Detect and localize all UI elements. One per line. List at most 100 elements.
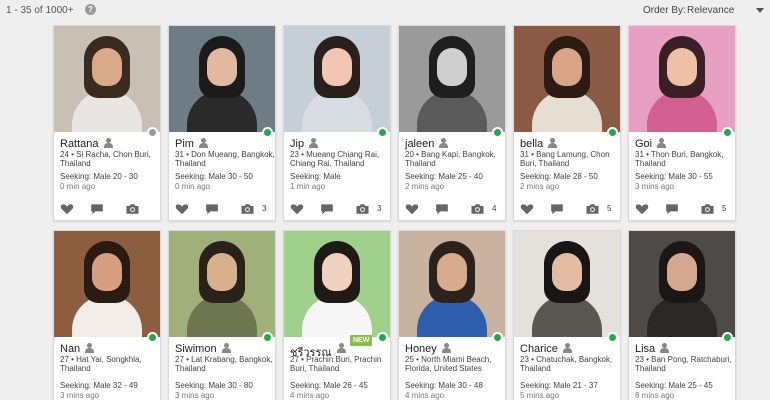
new-badge: NEW bbox=[350, 335, 373, 346]
profile-name-row[interactable]: Siwimon bbox=[175, 343, 231, 355]
online-status-icon bbox=[492, 332, 503, 343]
profile-seeking: Seeking: Male 30 - 48 bbox=[405, 381, 483, 390]
profile-name[interactable]: Goi bbox=[635, 138, 652, 150]
profile-seeking: Seeking: Male 21 - 37 bbox=[520, 381, 598, 390]
chat-icon[interactable] bbox=[550, 203, 564, 215]
profile-location: 31 • Bang Lamung, Chon Buri, Thailand bbox=[520, 150, 610, 168]
profile-seeking: Seeking: Male 32 - 49 bbox=[60, 381, 138, 390]
heart-icon[interactable] bbox=[60, 203, 74, 215]
photo-face bbox=[437, 253, 467, 291]
profile-name-row[interactable]: jaleen bbox=[405, 138, 449, 150]
last-active-time: 2 mins ago bbox=[405, 182, 445, 191]
chat-icon[interactable] bbox=[205, 203, 219, 215]
profile-photo[interactable] bbox=[284, 231, 390, 337]
order-by-select[interactable]: Relevance bbox=[687, 2, 767, 18]
profile-photo[interactable] bbox=[54, 231, 160, 337]
profile-name-row[interactable]: ชรีวรรณ bbox=[290, 343, 346, 359]
profile-photo[interactable] bbox=[169, 231, 275, 337]
profile-photo[interactable] bbox=[399, 231, 505, 337]
profile-name[interactable]: bella bbox=[520, 138, 543, 150]
profile-card[interactable]: Rattana 24 • Si Racha, Chon Buri, Thailan… bbox=[53, 25, 161, 221]
profile-name[interactable]: jaleen bbox=[405, 138, 434, 150]
profile-photo[interactable] bbox=[629, 26, 735, 132]
camera-icon[interactable] bbox=[125, 203, 140, 215]
camera-icon[interactable] bbox=[240, 203, 255, 215]
profile-card[interactable]: Pim 31 • Don Mueang, Bangkok, Thailand See… bbox=[168, 25, 276, 221]
chat-icon[interactable] bbox=[435, 203, 449, 215]
profile-photo[interactable] bbox=[284, 26, 390, 132]
profile-location: 31 • Don Mueang, Bangkok, Thailand bbox=[175, 150, 275, 168]
profile-name-row[interactable]: Charice bbox=[520, 343, 572, 355]
profile-name-row[interactable]: bella bbox=[520, 138, 558, 150]
photo-count: 3 bbox=[262, 204, 267, 213]
profile-name-row[interactable]: Pim bbox=[175, 138, 208, 150]
photo-face bbox=[667, 253, 697, 291]
profile-card[interactable]: Nan 27 • Hat Yai, Songkhla, Thailand Seeki… bbox=[53, 230, 161, 400]
user-icon bbox=[562, 343, 572, 353]
result-count: 1 - 35 of 1000+ bbox=[6, 5, 74, 16]
profile-name-row[interactable]: Rattana bbox=[60, 138, 113, 150]
profile-card[interactable]: Charice 23 • Chatuchak, Bangkok, Thailand… bbox=[513, 230, 621, 400]
profile-photo[interactable] bbox=[629, 231, 735, 337]
card-actions bbox=[54, 202, 160, 218]
camera-icon[interactable] bbox=[585, 203, 600, 215]
camera-icon[interactable] bbox=[470, 203, 485, 215]
profile-name-row[interactable]: Honey bbox=[405, 343, 451, 355]
profile-card[interactable]: Lisa 23 • Ban Pong, Ratchaburi, Thailand S… bbox=[628, 230, 736, 400]
chat-icon[interactable] bbox=[665, 203, 679, 215]
heart-icon[interactable] bbox=[290, 203, 304, 215]
last-active-time: 8 mins ago bbox=[635, 391, 675, 400]
photo-face bbox=[207, 253, 237, 291]
profile-name-row[interactable]: Lisa bbox=[635, 343, 670, 355]
online-status-icon bbox=[492, 127, 503, 138]
offline-status-icon bbox=[147, 127, 158, 138]
profile-photo[interactable] bbox=[399, 26, 505, 132]
profile-card[interactable]: Jip 23 • Mueang Chiang Rai, Chiang Rai, T… bbox=[283, 25, 391, 221]
heart-icon[interactable] bbox=[635, 203, 649, 215]
user-icon bbox=[441, 343, 451, 353]
profile-card[interactable]: NEW ชรีวรรณ 27 • Prachin Buri, Prachin Bur… bbox=[283, 230, 391, 400]
profile-photo[interactable] bbox=[54, 26, 160, 132]
profile-card[interactable]: bella 31 • Bang Lamung, Chon Buri, Thaila… bbox=[513, 25, 621, 221]
profile-photo[interactable] bbox=[169, 26, 275, 132]
photo-face bbox=[437, 48, 467, 86]
online-status-icon bbox=[722, 332, 733, 343]
profile-card[interactable]: Honey 25 • North Miami Beach, Florida, Un… bbox=[398, 230, 506, 400]
profile-card[interactable]: Goi 31 • Thon Buri, Bangkok, Thailand Seek… bbox=[628, 25, 736, 221]
profile-location: 25 • North Miami Beach, Florida, United … bbox=[405, 355, 492, 373]
user-icon bbox=[439, 138, 449, 148]
photo-count: 5 bbox=[607, 204, 612, 213]
profile-photo[interactable] bbox=[514, 231, 620, 337]
profile-name-row[interactable]: Goi bbox=[635, 138, 667, 150]
profile-name[interactable]: Rattana bbox=[60, 138, 99, 150]
profile-photo[interactable] bbox=[514, 26, 620, 132]
heart-icon[interactable] bbox=[520, 203, 534, 215]
profile-card[interactable]: jaleen 20 • Bang Kapi, Bangkok, Thailand S… bbox=[398, 25, 506, 221]
profile-name[interactable]: Charice bbox=[520, 343, 558, 355]
profile-name[interactable]: Pim bbox=[175, 138, 194, 150]
camera-icon[interactable] bbox=[355, 203, 370, 215]
profile-name[interactable]: Jip bbox=[290, 138, 304, 150]
profile-name[interactable]: Siwimon bbox=[175, 343, 217, 355]
last-active-time: 0 min ago bbox=[60, 182, 96, 191]
profile-seeking: Seeking: Male 30 - 50 bbox=[175, 172, 253, 181]
profile-name[interactable]: Honey bbox=[405, 343, 437, 355]
profile-name-row[interactable]: Jip bbox=[290, 138, 319, 150]
last-active-time: 5 mins ago bbox=[520, 391, 560, 400]
heart-icon[interactable] bbox=[175, 203, 189, 215]
photo-face bbox=[322, 253, 352, 291]
profile-card[interactable]: Siwimon 27 • Lat Krabang, Bangkok, Thaila… bbox=[168, 230, 276, 400]
profile-name[interactable]: Nan bbox=[60, 343, 80, 355]
profile-location: 20 • Bang Kapi, Bangkok, Thailand bbox=[405, 150, 496, 168]
chat-icon[interactable] bbox=[320, 203, 334, 215]
profile-name-row[interactable]: Nan bbox=[60, 343, 95, 355]
camera-icon[interactable] bbox=[700, 203, 715, 215]
heart-icon[interactable] bbox=[405, 203, 419, 215]
chat-icon[interactable] bbox=[90, 203, 104, 215]
photo-face bbox=[92, 253, 122, 291]
profile-name[interactable]: Lisa bbox=[635, 343, 655, 355]
profile-location: 27 • Lat Krabang, Bangkok, Thailand bbox=[175, 355, 273, 373]
help-icon[interactable]: ? bbox=[85, 4, 96, 15]
online-status-icon bbox=[607, 127, 618, 138]
profile-seeking: Seeking: Male 20 - 30 bbox=[60, 172, 138, 181]
